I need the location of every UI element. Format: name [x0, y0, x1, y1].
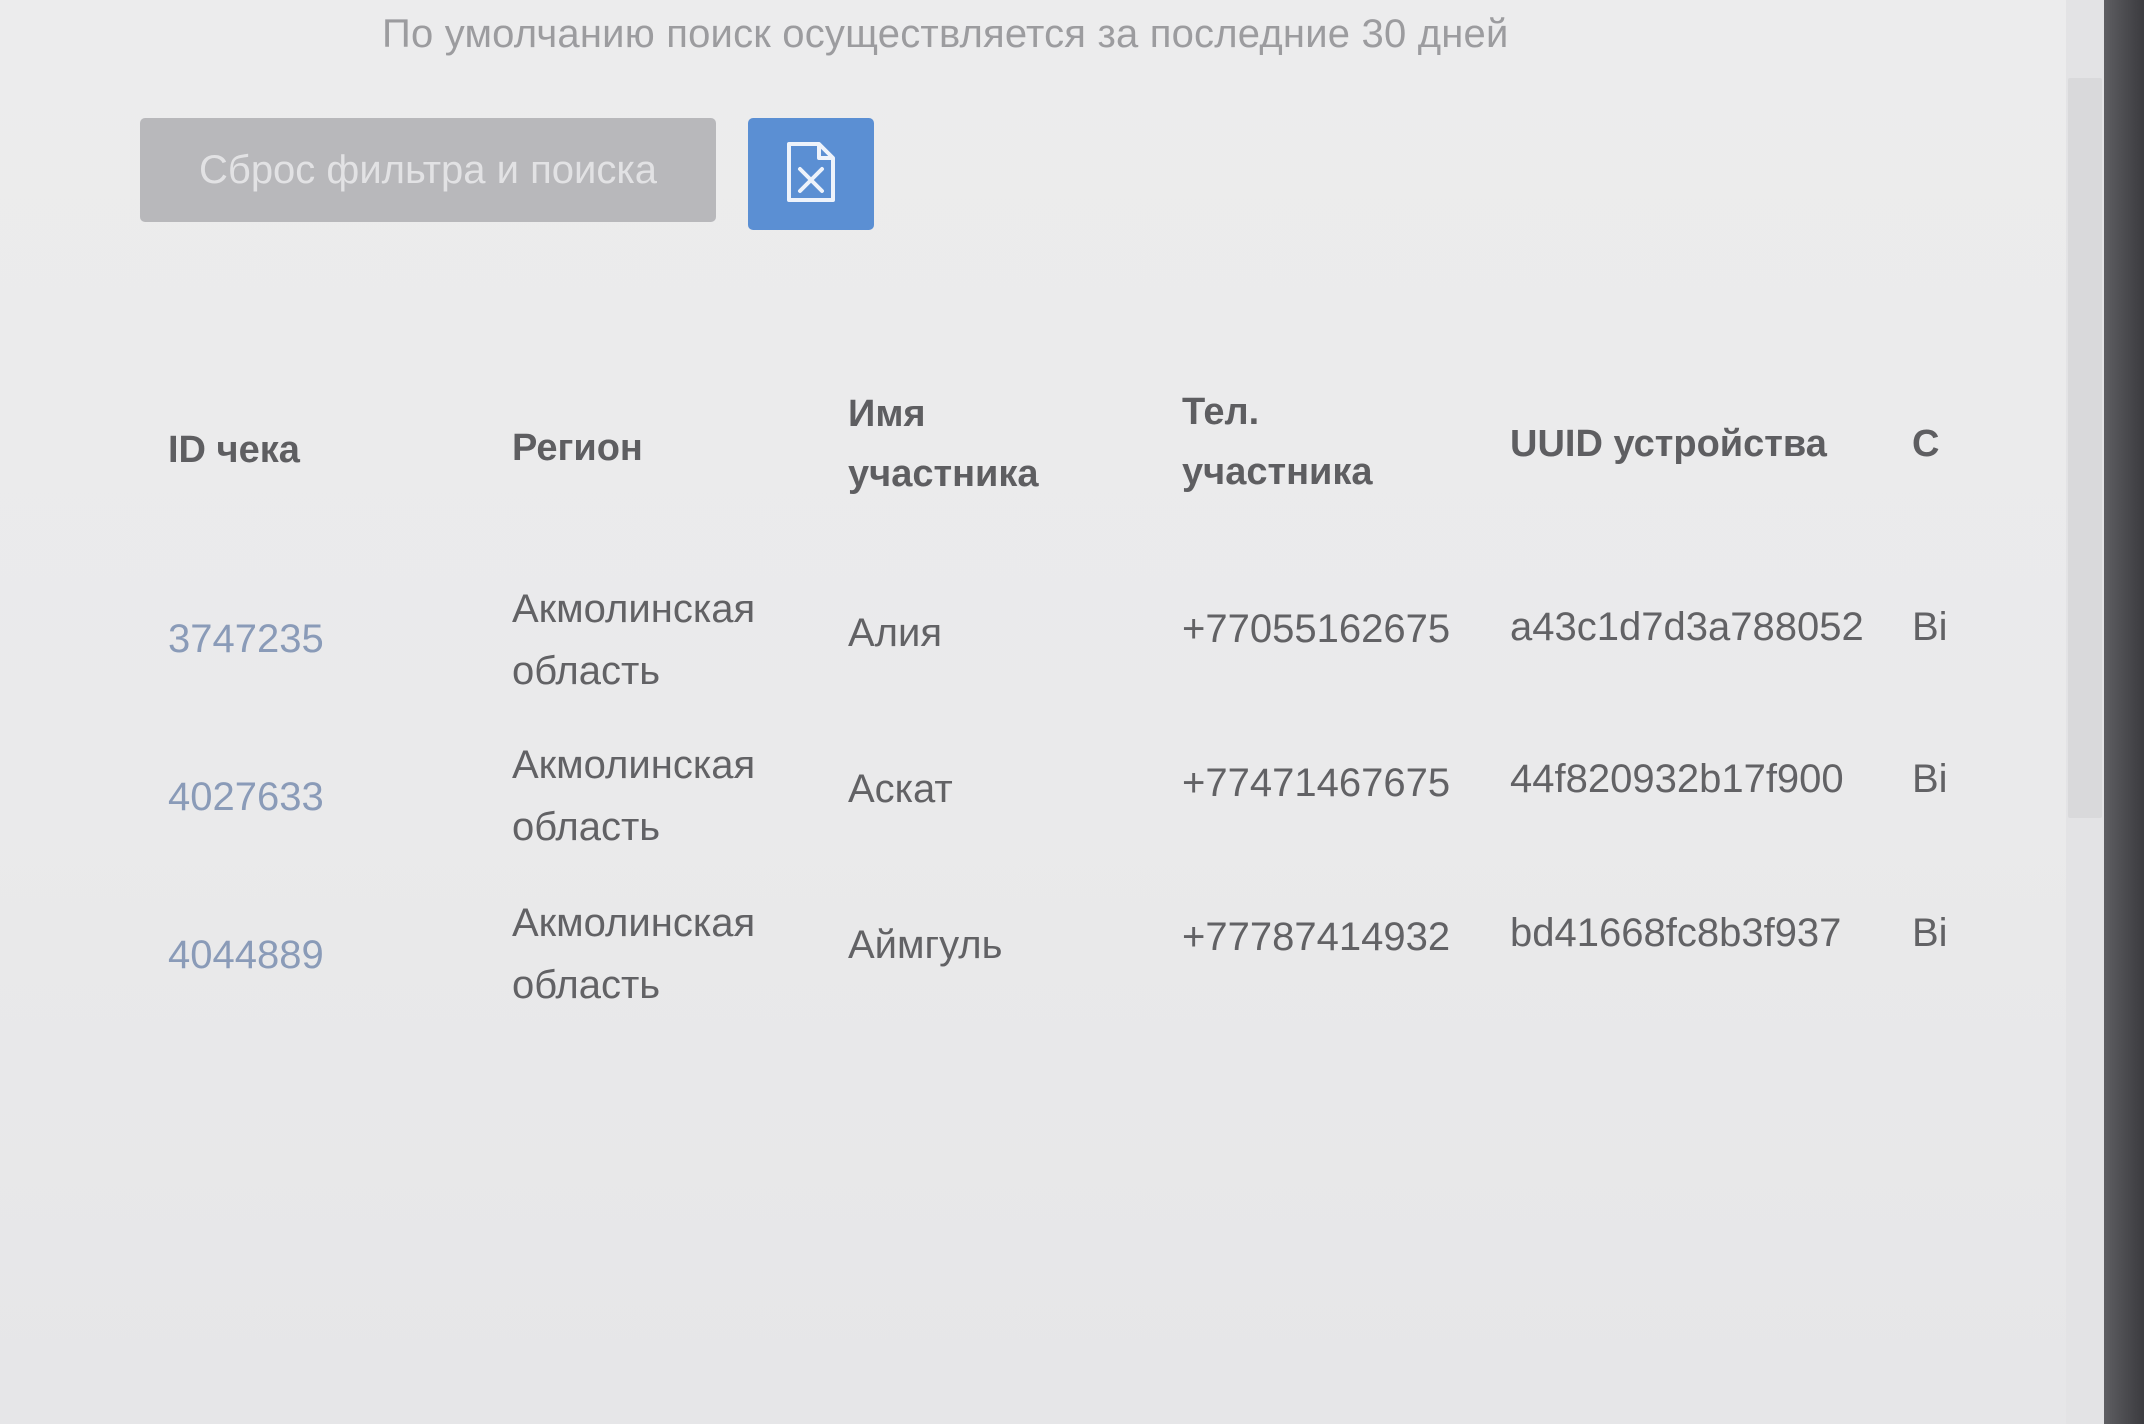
- monitor-bezel: [2104, 0, 2144, 1424]
- excel-file-icon: [785, 141, 837, 208]
- name-cell: Аскат: [848, 767, 953, 811]
- receipt-id-link[interactable]: 3747235: [168, 608, 324, 670]
- column-header-phone-line2: участника: [1182, 451, 1373, 493]
- column-header-name-line1: Имя: [848, 393, 926, 435]
- device-uuid-cell: a43c1d7d3a788052: [1510, 605, 1864, 649]
- name-cell: Алия: [848, 611, 943, 655]
- search-period-hint: По умолчанию поиск осуществляется за пос…: [382, 12, 1509, 56]
- region-line2: область: [512, 963, 661, 1007]
- region-line1: Акмолинская: [512, 587, 756, 631]
- column-header-name[interactable]: Имя участника: [848, 384, 1039, 504]
- truncated-cell: Ві: [1912, 757, 1948, 801]
- scrollbar-thumb[interactable]: [2068, 78, 2102, 818]
- reset-filter-button[interactable]: Сброс фильтра и поиска: [140, 118, 716, 222]
- region-cell: Акмолинская область: [512, 734, 755, 858]
- column-header-name-line2: участника: [848, 453, 1039, 495]
- region-cell: Акмолинская область: [512, 892, 755, 1016]
- receipt-id-link[interactable]: 4027633: [168, 766, 324, 828]
- column-header-truncated[interactable]: С: [1912, 414, 1952, 474]
- column-header-region[interactable]: Регион: [512, 418, 643, 478]
- region-line1: Акмолинская: [512, 743, 756, 787]
- truncated-cell: Ві: [1912, 605, 1948, 649]
- receipt-id-link[interactable]: 4044889: [168, 924, 324, 986]
- device-uuid-cell: 44f820932b17f900: [1510, 757, 1844, 801]
- region-line2: область: [512, 805, 661, 849]
- phone-cell: +77055162675: [1182, 607, 1451, 651]
- column-header-phone[interactable]: Тел. участника: [1182, 382, 1373, 502]
- export-excel-button[interactable]: [748, 118, 874, 230]
- region-line1: Акмолинская: [512, 901, 756, 945]
- name-cell: Аймгуль: [848, 923, 1003, 967]
- column-header-receipt-id[interactable]: ID чека: [168, 420, 300, 480]
- phone-cell: +77471467675: [1182, 761, 1451, 805]
- column-header-device-uuid[interactable]: UUID устройства: [1510, 414, 1827, 474]
- region-cell: Акмолинская область: [512, 578, 755, 702]
- truncated-cell: Ві: [1912, 911, 1948, 955]
- device-uuid-cell: bd41668fc8b3f937: [1510, 911, 1842, 955]
- column-header-phone-line1: Тел.: [1182, 391, 1260, 433]
- region-line2: область: [512, 649, 661, 693]
- phone-cell: +77787414932: [1182, 915, 1451, 959]
